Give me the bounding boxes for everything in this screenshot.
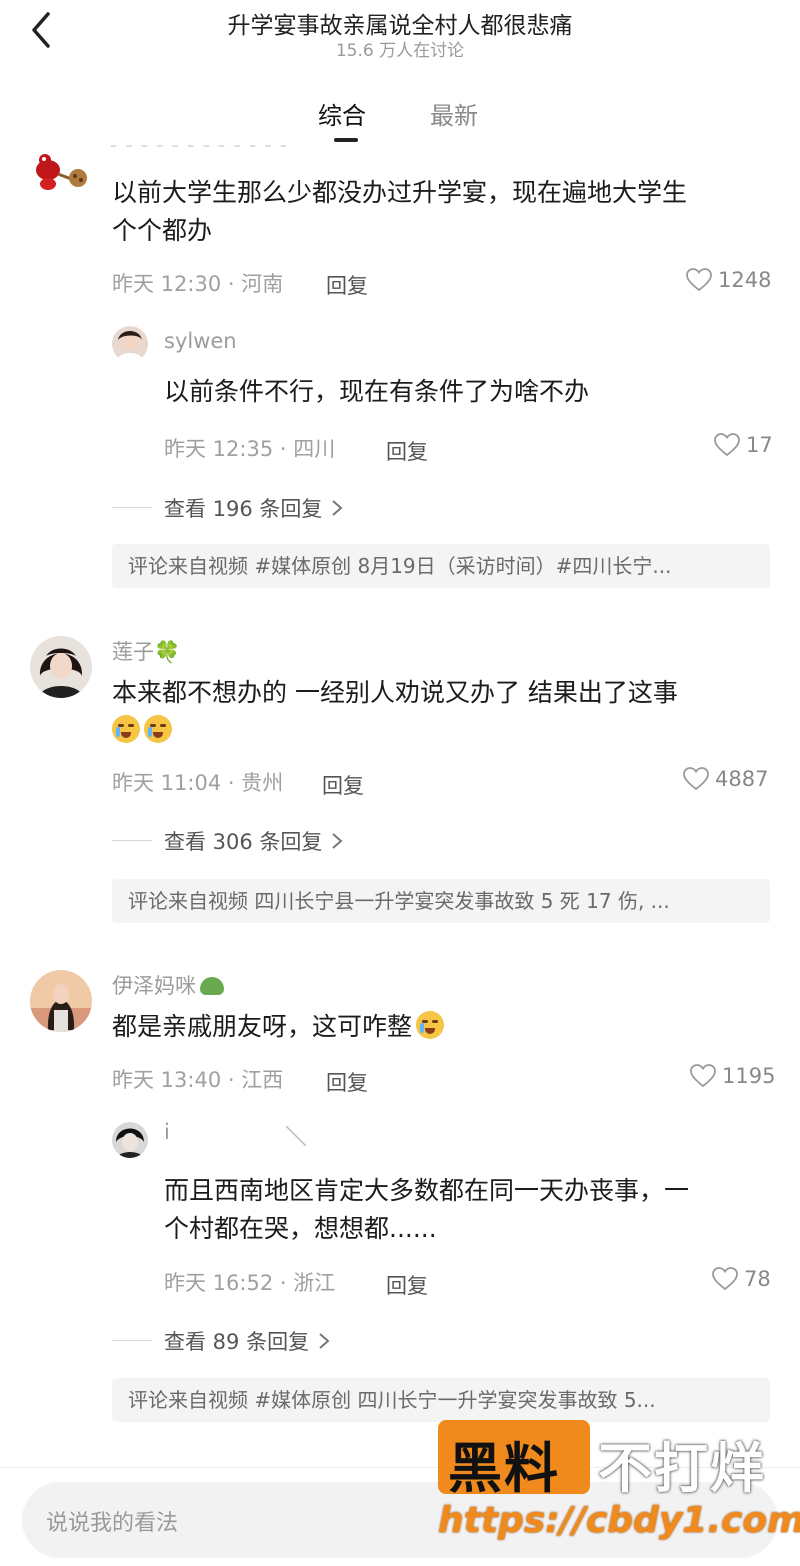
divider-line xyxy=(112,1340,152,1341)
avatar[interactable] xyxy=(30,970,92,1032)
comment-text: 以前大学生那么少都没办过升学宴，现在遍地大学生 个个都办 xyxy=(112,178,688,245)
comment-text: 都是亲戚朋友呀，这可咋整 xyxy=(112,1008,448,1046)
truncated-username-row: – – – – – – – – – – – – xyxy=(110,138,289,152)
view-more-replies[interactable]: 查看 196 条回复 xyxy=(164,493,344,523)
comment-text: 本来都不想办的 一经别人劝说又办了 结果出了这事 xyxy=(112,674,772,750)
reply-button[interactable]: 回复 xyxy=(386,436,428,466)
reply-text: 而且西南地区肯定大多数都在同一天办丧事，一 个村都在哭，想想都...... xyxy=(164,1176,690,1243)
view-more-label: 查看 89 条回复 xyxy=(164,1330,310,1354)
tab-comprehensive[interactable]: 综合 xyxy=(318,96,366,131)
chevron-right-icon xyxy=(319,1333,330,1349)
heart-icon xyxy=(683,767,709,791)
decorative-slash xyxy=(284,1124,308,1148)
heart-icon xyxy=(712,1267,738,1291)
comment-meta: 昨天 11:04 · 贵州 xyxy=(112,771,284,795)
video-source-link[interactable]: 评论来自视频 #媒体原创 8月19日（采访时间）#四川长宁... xyxy=(112,544,770,588)
view-more-label: 查看 306 条回复 xyxy=(164,830,323,854)
reply-meta: 昨天 12:35 · 四川 xyxy=(164,437,336,461)
view-more-replies[interactable]: 查看 89 条回复 xyxy=(164,1326,331,1356)
crying-emoji-icon xyxy=(416,1011,445,1039)
like-button[interactable]: 78 xyxy=(712,1267,771,1291)
watermark-text-2: 不打烊 xyxy=(598,1437,766,1500)
reply-button[interactable]: 回复 xyxy=(322,770,364,800)
chevron-right-icon xyxy=(332,500,343,516)
watermark-text-1: 黑料 xyxy=(448,1437,560,1500)
like-button[interactable]: 17 xyxy=(714,433,773,457)
view-more-replies[interactable]: 查看 306 条回复 xyxy=(164,826,344,856)
avatar[interactable] xyxy=(30,636,92,698)
reply-username[interactable]: sylwen xyxy=(164,329,237,353)
like-count: 1195 xyxy=(722,1064,776,1088)
turtle-emoji-icon xyxy=(200,977,224,995)
divider-line xyxy=(112,507,152,508)
like-button[interactable]: 1248 xyxy=(686,268,771,292)
tab-latest[interactable]: 最新 xyxy=(430,96,478,131)
divider-line xyxy=(112,840,152,841)
reply-button[interactable]: 回复 xyxy=(326,270,368,300)
page-title: 升学宴事故亲属说全村人都很悲痛 xyxy=(227,13,573,39)
video-source-link[interactable]: 评论来自视频 四川长宁县一升学宴突发事故致 5 死 17 伤, ... xyxy=(112,879,770,923)
crying-emoji-icon xyxy=(112,715,140,743)
avatar[interactable] xyxy=(112,1122,148,1158)
avatar[interactable] xyxy=(112,326,148,362)
chevron-right-icon xyxy=(332,833,343,849)
comment-input-placeholder: 说说我的看法 xyxy=(46,1511,179,1536)
reply-text: 以前条件不行，现在有条件了为啥不办 xyxy=(164,377,590,406)
heart-icon xyxy=(690,1064,716,1088)
reply-button[interactable]: 回复 xyxy=(386,1270,428,1300)
comment-meta: 昨天 12:30 · 河南 xyxy=(112,272,284,296)
view-more-label: 查看 196 条回复 xyxy=(164,497,323,521)
crying-emoji-icon xyxy=(144,715,172,743)
like-button[interactable]: 4887 xyxy=(683,767,768,791)
like-count: 17 xyxy=(746,433,773,457)
watermark-url: https://cbdy1.com xyxy=(438,1500,800,1541)
comment-username[interactable]: 莲子🍀 xyxy=(112,636,180,666)
discussion-count: 15.6 万人在讨论 xyxy=(335,41,465,61)
heart-icon xyxy=(686,268,712,292)
heart-icon xyxy=(714,433,740,457)
like-count: 78 xyxy=(744,1267,771,1291)
reply-button[interactable]: 回复 xyxy=(326,1067,368,1097)
like-count: 4887 xyxy=(715,767,769,791)
avatar[interactable] xyxy=(30,148,92,196)
comment-meta: 昨天 13:40 · 江西 xyxy=(112,1068,284,1092)
comment-username[interactable]: 伊泽妈咪 xyxy=(112,970,224,1000)
reply-meta: 昨天 16:52 · 浙江 xyxy=(164,1271,336,1295)
video-source-link[interactable]: 评论来自视频 #媒体原创 四川长宁一升学宴突发事故致 5... xyxy=(112,1378,770,1422)
like-button[interactable]: 1195 xyxy=(690,1064,775,1088)
reply-username[interactable]: i xyxy=(164,1120,170,1144)
like-count: 1248 xyxy=(718,268,772,292)
